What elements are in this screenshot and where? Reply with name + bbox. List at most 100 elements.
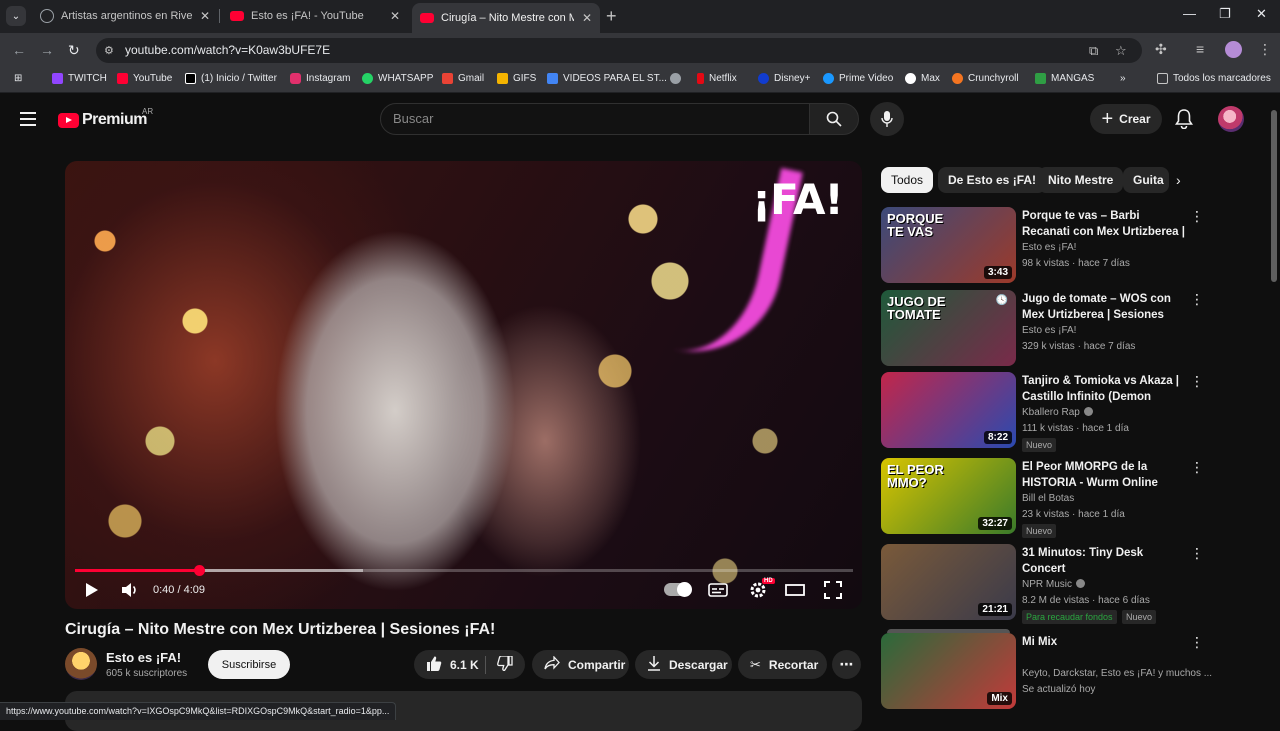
minimize-icon[interactable]: — — [1183, 6, 1196, 21]
chip-guita[interactable]: Guita — [1123, 167, 1169, 193]
recommendation-item[interactable]: Mix Mi Mix Keyto, Darckstar, Esto es ¡FA! … — [881, 629, 1212, 711]
recommendation-channel[interactable]: Keyto, Darckstar, Esto es ¡FA! y muchos … — [1022, 668, 1212, 679]
bookmark-globe[interactable] — [670, 73, 686, 84]
subtitles-button[interactable] — [708, 580, 728, 605]
more-vertical-icon[interactable]: ⋮ — [1190, 460, 1204, 474]
all-bookmarks[interactable]: Todos los marcadores — [1157, 73, 1271, 84]
channel-name[interactable]: Esto es ¡FA! — [106, 650, 181, 665]
tab-3-active[interactable]: Cirugía – Nito Mestre con Mex U ✕ — [412, 3, 600, 33]
account-avatar[interactable] — [1218, 106, 1244, 132]
tab-search-button[interactable]: ⌄ — [6, 6, 26, 26]
channel-avatar[interactable] — [65, 648, 97, 680]
recommendation-title[interactable]: 31 Minutos: Tiny Desk Concert — [1022, 545, 1185, 577]
recommendation-title[interactable]: El Peor MMORPG de la HISTORIA - Wurm Onl… — [1022, 459, 1185, 491]
tab-1[interactable]: Artistas argentinos en River ✕ — [32, 3, 218, 29]
more-vertical-icon[interactable]: ⋮ — [1190, 546, 1204, 560]
bookmark-max[interactable]: Max — [905, 73, 940, 84]
url-text[interactable]: youtube.com/watch?v=K0aw3bUFE7E — [125, 43, 330, 57]
more-vertical-icon[interactable]: ⋮ — [1190, 635, 1204, 649]
bookmark-whatsapp[interactable]: WHATSAPP — [362, 73, 433, 84]
recommendation-title[interactable]: Mi Mix — [1022, 634, 1185, 650]
subscribe-button[interactable]: Suscribirse — [208, 650, 290, 679]
recommendation-title[interactable]: Tanjiro & Tomioka vs Akaza | Castillo In… — [1022, 373, 1185, 405]
like-button[interactable]: 6.1 K — [414, 650, 485, 679]
video-thumbnail[interactable]: EL PEOR MMO? 32:27 — [881, 458, 1016, 534]
bookmark-twitter[interactable]: (1) Inicio / Twitter — [185, 73, 277, 84]
search-button[interactable] — [809, 103, 859, 135]
recommendation-channel[interactable]: Esto es ¡FA! — [1022, 325, 1076, 336]
video-player[interactable] — [65, 161, 862, 609]
more-vertical-icon[interactable]: ⋮ — [1190, 292, 1204, 306]
recommendation-item[interactable]: JUGO DE TOMATE 🕓 Jugo de tomate – WOS con … — [881, 290, 1211, 368]
recommendation-title[interactable]: Porque te vas – Barbi Recanati con Mex U… — [1022, 208, 1185, 240]
bookmark-disney[interactable]: Disney+ — [758, 73, 810, 84]
recommendation-item[interactable]: EL PEOR MMO? 32:27 El Peor MMORPG de la HI… — [881, 458, 1211, 538]
bookmark-twitch[interactable]: TWITCH — [52, 73, 107, 84]
bookmark-star-icon[interactable]: ☆ — [1115, 43, 1127, 59]
browser-menu-icon[interactable]: ⋮ — [1258, 41, 1272, 58]
recommendation-channel[interactable]: Bill el Botas — [1022, 493, 1074, 504]
theater-mode-button[interactable] — [785, 580, 805, 605]
video-thumbnail[interactable]: JUGO DE TOMATE 🕓 — [881, 290, 1016, 366]
bookmark-netflix[interactable]: Netflix — [697, 73, 737, 84]
recommendation-item[interactable]: 21:21 31 Minutos: Tiny Desk Concert NPR Mu… — [881, 544, 1211, 624]
clip-button[interactable]: ✂ Recortar — [738, 650, 827, 679]
close-tab-icon[interactable]: ✕ — [582, 11, 592, 25]
bookmark-gmail[interactable]: Gmail — [442, 73, 484, 84]
download-button[interactable]: Descargar — [635, 650, 732, 679]
chip-all[interactable]: Todos — [881, 167, 934, 193]
recommendation-item[interactable]: 8:22 Tanjiro & Tomioka vs Akaza | Castill… — [881, 372, 1211, 452]
play-button[interactable] — [84, 580, 100, 605]
bookmark-prime[interactable]: Prime Video — [823, 73, 893, 84]
back-icon[interactable]: ← — [12, 42, 26, 58]
media-controls-icon[interactable]: ≡ — [1196, 41, 1204, 57]
recommendation-title[interactable]: Jugo de tomate – WOS con Mex Urtizberea … — [1022, 291, 1185, 323]
dislike-button[interactable] — [487, 650, 525, 679]
bookmark-youtube[interactable]: YouTube — [117, 73, 172, 84]
scrollbar-thumb[interactable] — [1271, 110, 1277, 282]
more-bookmarks-icon[interactable]: » — [1120, 73, 1126, 84]
install-app-icon[interactable]: ⧉ — [1089, 43, 1098, 59]
search-input[interactable] — [380, 103, 810, 135]
menu-icon[interactable] — [20, 112, 36, 130]
create-button[interactable]: + Crear — [1090, 104, 1162, 134]
tab-2[interactable]: Esto es ¡FA! - YouTube ✕ — [222, 3, 408, 29]
autoplay-toggle[interactable] — [664, 582, 692, 597]
volume-button[interactable] — [120, 580, 140, 605]
recommendation-item[interactable]: PORQUE TE VAS 3:43 Porque te vas – Barbi R… — [881, 207, 1211, 285]
video-thumbnail[interactable]: PORQUE TE VAS 3:43 — [881, 207, 1016, 283]
notifications-button[interactable] — [1175, 109, 1193, 134]
recommendation-channel[interactable]: Kballero Rap — [1022, 407, 1093, 418]
share-button[interactable]: Compartir — [532, 650, 629, 679]
reload-icon[interactable]: ↻ — [68, 42, 80, 59]
bookmark-videos[interactable]: VIDEOS PARA EL ST... — [547, 73, 667, 84]
new-tab-button[interactable]: + — [606, 6, 617, 26]
watch-later-icon[interactable]: 🕓 — [992, 294, 1012, 307]
close-window-icon[interactable]: ✕ — [1256, 6, 1267, 22]
recommendation-channel[interactable]: NPR Music — [1022, 579, 1086, 590]
extensions-icon[interactable]: ✣ — [1155, 41, 1167, 58]
chip-nito-mestre[interactable]: Nito Mestre — [1038, 167, 1124, 193]
forward-icon[interactable]: → — [40, 42, 54, 58]
youtube-premium-logo[interactable]: Premium AR — [58, 107, 153, 129]
video-thumbnail[interactable]: 21:21 — [881, 544, 1016, 620]
site-info-icon[interactable]: ⚙ — [104, 44, 118, 57]
voice-search-button[interactable] — [870, 102, 904, 136]
bookmark-crunchyroll[interactable]: Crunchyroll — [952, 73, 1019, 84]
more-vertical-icon[interactable]: ⋮ — [1190, 374, 1204, 388]
bookmark-gifs[interactable]: GIFS — [497, 73, 536, 84]
close-tab-icon[interactable]: ✕ — [390, 9, 400, 23]
more-vertical-icon[interactable]: ⋮ — [1190, 209, 1204, 223]
recommendation-channel[interactable]: Esto es ¡FA! — [1022, 242, 1076, 253]
bookmark-instagram[interactable]: Instagram — [290, 73, 350, 84]
apps-icon[interactable]: ⊞ — [14, 73, 22, 84]
close-tab-icon[interactable]: ✕ — [200, 9, 210, 23]
chips-next-chevron-icon[interactable]: › — [1176, 172, 1181, 188]
browser-profile-avatar[interactable] — [1225, 41, 1242, 58]
more-actions-button[interactable]: ⋯ — [832, 650, 861, 679]
video-thumbnail[interactable]: Mix — [881, 633, 1016, 709]
bookmark-mangas[interactable]: MANGAS — [1035, 73, 1094, 84]
fullscreen-button[interactable] — [824, 580, 842, 605]
video-thumbnail[interactable]: 8:22 — [881, 372, 1016, 448]
chip-from-channel[interactable]: De Esto es ¡FA! — [938, 167, 1047, 193]
